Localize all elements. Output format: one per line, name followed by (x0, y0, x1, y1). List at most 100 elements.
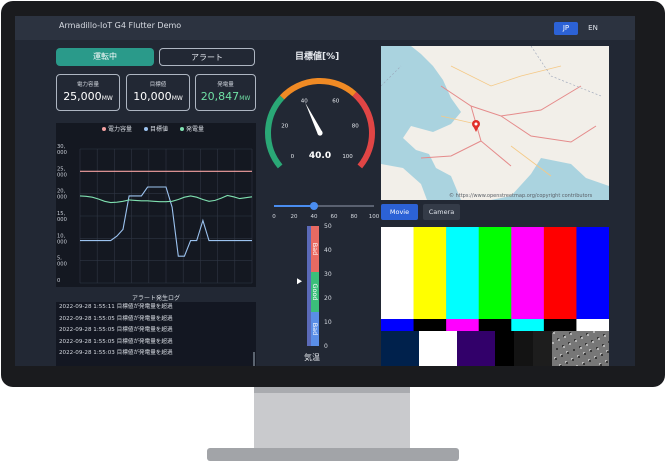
gauge-arc-low (265, 95, 285, 169)
lang-en-button[interactable]: EN (582, 22, 604, 35)
y-tick-label: 20, 000 (57, 189, 67, 201)
card-target: 目標値 10,000MW (126, 74, 190, 111)
card-generation: 発電量 20,847MW (195, 74, 256, 111)
noise-dot (597, 348, 599, 350)
noise-dot (575, 340, 577, 342)
slider-tick-label: 40 (311, 214, 318, 220)
noise-dot (595, 357, 597, 359)
tab-alert[interactable]: アラート (159, 48, 255, 66)
temp-zone-label: Bad (311, 323, 319, 336)
noise-dot (593, 331, 595, 333)
y-tick-part: 0 (57, 278, 60, 284)
app-title: Armadillo-IoT G4 Flutter Demo (59, 21, 182, 30)
color-bar (543, 319, 577, 331)
noise-dot (561, 355, 563, 357)
alert-log-list[interactable]: 2022-09-28 1:55:11 目標値が発電量を超過 2022-09-28… (56, 302, 256, 366)
alert-log-item: 2022-09-28 1:55:05 目標値が発電量を超過 (59, 338, 173, 345)
color-bars-video (381, 227, 610, 366)
y-tick-label: 30, 000 (57, 144, 67, 156)
color-bar (413, 319, 447, 331)
gauge-tick-label: 40 (301, 99, 308, 105)
temp-tick-label: 50 (324, 223, 332, 230)
y-tick-part: 000 (57, 239, 67, 245)
noise-dot (553, 332, 555, 334)
alert-log-title: アラート発生ログ (131, 295, 180, 302)
map-svg[interactable] (381, 46, 609, 200)
alert-log-item: 2022-09-28 1:55:05 目標値が発電量を超過 (59, 315, 173, 322)
gauge-svg: 0 20 40 60 80 100 40.0 (265, 78, 375, 169)
temp-tick-label: 0 (324, 343, 328, 350)
color-bar (576, 227, 610, 319)
noise-dot (608, 341, 610, 343)
noise-dot (558, 339, 560, 341)
monitor-stand-shade (254, 387, 410, 393)
noise-dot (555, 358, 557, 360)
temp-zone-label: Good (311, 283, 319, 300)
gauge-title: 目標値[%] (295, 52, 340, 62)
gauge-needle (305, 102, 323, 135)
noise-dot (569, 343, 571, 345)
color-bars-svg (381, 227, 610, 366)
slider-tick-label: 60 (331, 214, 338, 220)
power-chart: 30, 000 25, 000 20, 000 15, 000 10, 000 5, 000 0 電力容… (56, 123, 256, 287)
alert-log-scrollbar[interactable] (253, 352, 255, 366)
monitor-stand (254, 387, 410, 449)
noise-dot (567, 352, 569, 354)
gauge-tick-label: 100 (342, 154, 353, 160)
tab-running[interactable]: 運転中 (56, 48, 154, 66)
color-bar (381, 319, 414, 331)
temperature-svg: Bad Good Bad 50 40 30 20 10 0 気温 (297, 223, 332, 362)
noise-dot (600, 364, 602, 366)
map-view[interactable] (381, 46, 609, 200)
legend-label: 目標値 (150, 125, 168, 133)
color-bar (511, 227, 545, 319)
color-bar (533, 331, 553, 366)
gauge-tick-label: 60 (332, 99, 339, 105)
noise-dot (601, 354, 603, 356)
alert-log-item: 2022-09-28 1:55:05 目標値が発電量を超過 (59, 327, 173, 333)
legend-dot (180, 127, 184, 131)
card-capacity: 電力容量 25,000MW (56, 74, 120, 111)
movie-button[interactable]: Movie (381, 204, 418, 220)
temp-marker-icon (297, 278, 302, 285)
y-tick-label: 5, 000 (57, 256, 67, 268)
lang-jp-button[interactable]: JP (554, 22, 578, 35)
temp-tick-label: 10 (324, 319, 332, 326)
legend-dot (102, 127, 106, 131)
noise-dot (560, 365, 562, 366)
slider-tick-label: 0 (272, 214, 276, 220)
noise-dot (592, 341, 594, 343)
alert-log-item: 2022-09-28 1:55:03 目標値が発電量を超過 (59, 350, 173, 356)
y-tick-part: 000 (57, 172, 67, 178)
target-gauge: 0 20 40 60 80 100 40.0 (260, 71, 380, 181)
noise-dot (556, 348, 558, 350)
noise-dot (583, 363, 585, 365)
color-bar (381, 227, 414, 319)
card-generation-value: 20,847MW (200, 90, 251, 103)
color-bar (478, 227, 512, 319)
slider-thumb (310, 202, 318, 210)
y-tick-label: 10, 000 (57, 233, 67, 245)
slider-tick-label: 20 (291, 214, 298, 220)
noise-dot (580, 347, 582, 349)
color-bar (495, 331, 515, 366)
noise-dot (570, 333, 572, 335)
legend-label: 電力容量 (108, 125, 132, 133)
card-capacity-label: 電力容量 (76, 82, 99, 88)
map-copyright: © https://www.openstreetmap.org/copyrigh… (449, 193, 593, 199)
y-tick-label: 25, 000 (57, 166, 67, 178)
y-tick-part: 000 (57, 195, 67, 201)
color-bar (381, 331, 420, 366)
camera-button[interactable]: Camera (423, 204, 460, 220)
y-tick-part: 000 (57, 262, 67, 268)
gauge-tick-label: 0 (291, 154, 295, 160)
noise-dot (581, 337, 583, 339)
noise-dot (563, 346, 565, 348)
chart-grid (79, 148, 253, 284)
noise-dot (607, 351, 609, 353)
noise-dot (573, 349, 575, 351)
gauge-value: 40.0 (309, 151, 331, 161)
temp-scale-bar (307, 226, 311, 346)
y-tick-part: 000 (57, 150, 67, 156)
chart-legend: 電力容量 目標値 発電量 (102, 125, 204, 133)
